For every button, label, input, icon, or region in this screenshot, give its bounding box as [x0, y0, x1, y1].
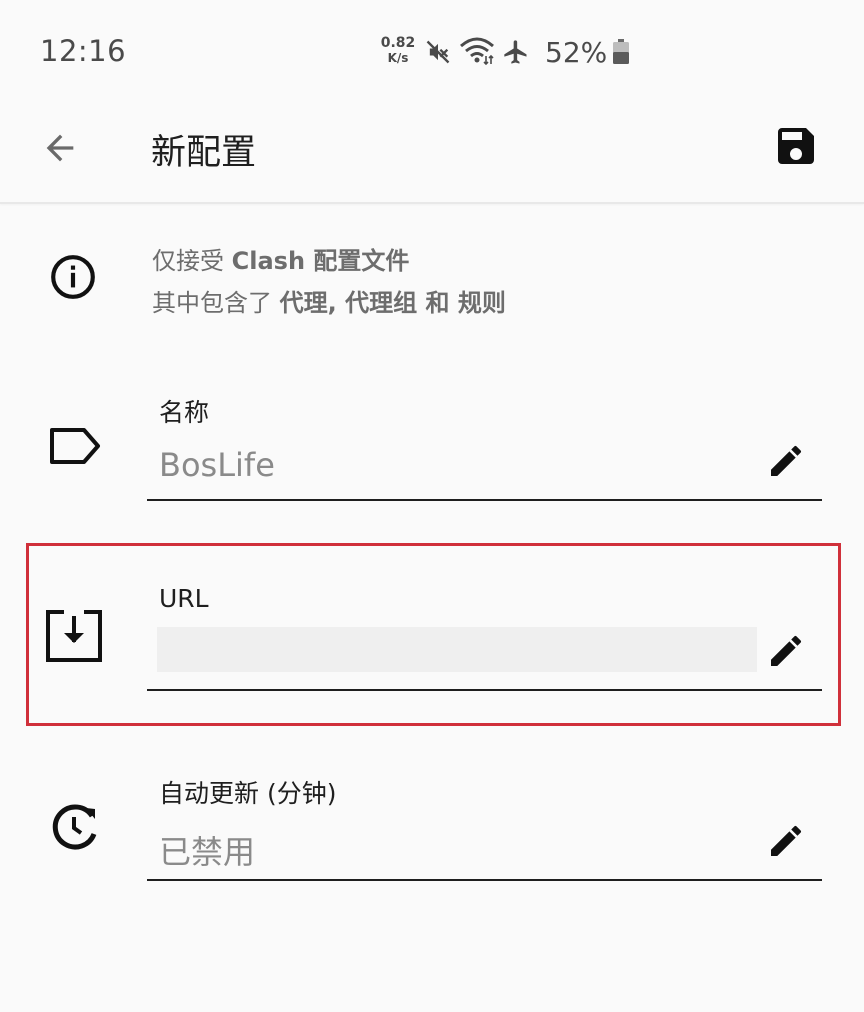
name-field-underline: [147, 499, 822, 501]
info-line-2: 其中包含了 代理, 代理组 和 规则: [152, 282, 506, 324]
info-line-1-bold: Clash 配置文件: [231, 247, 410, 275]
battery-percent: 52%: [545, 36, 608, 69]
auto-update-field-underline: [147, 879, 822, 881]
save-button[interactable]: [768, 120, 824, 176]
clock-update-icon: [48, 800, 102, 858]
network-speed: 0.82 K/s: [380, 36, 416, 66]
status-bar: 12:16 0.82 K/s 52%: [0, 0, 864, 100]
pencil-icon: [766, 441, 806, 485]
network-speed-value: 0.82: [380, 35, 416, 51]
mute-icon: [424, 38, 452, 70]
network-speed-unit: K/s: [387, 51, 409, 65]
info-line-1-prefix: 仅接受: [152, 247, 232, 275]
name-field-label: 名称: [159, 398, 210, 427]
auto-update-field-label: 自动更新 (分钟): [159, 779, 337, 808]
name-field-value[interactable]: BosLife: [159, 446, 275, 484]
arrow-back-icon: [40, 128, 80, 172]
app-bar: 新配置: [0, 100, 864, 204]
screen: 12:16 0.82 K/s 52% 新配置 仅接受 Clash 配置文件 其中…: [0, 0, 864, 1012]
airplane-icon: [502, 38, 530, 70]
info-line-2-bold: 代理, 代理组 和 规则: [279, 289, 506, 317]
back-button[interactable]: [34, 124, 86, 176]
wifi-icon: [459, 36, 495, 70]
info-line-1: 仅接受 Clash 配置文件: [152, 240, 506, 282]
status-time: 12:16: [40, 34, 127, 68]
info-icon: [48, 252, 98, 306]
auto-update-field-value[interactable]: 已禁用: [159, 827, 255, 873]
info-message: 仅接受 Clash 配置文件 其中包含了 代理, 代理组 和 规则: [152, 240, 506, 324]
highlight-box: [26, 543, 841, 726]
name-edit-button[interactable]: [763, 440, 809, 486]
pencil-icon: [766, 821, 806, 865]
battery-icon: [612, 39, 630, 69]
save-icon: [772, 122, 820, 174]
label-tag-icon: [48, 424, 102, 472]
page-title: 新配置: [151, 133, 257, 173]
info-line-2-prefix: 其中包含了: [152, 289, 280, 317]
auto-update-edit-button[interactable]: [763, 820, 809, 866]
